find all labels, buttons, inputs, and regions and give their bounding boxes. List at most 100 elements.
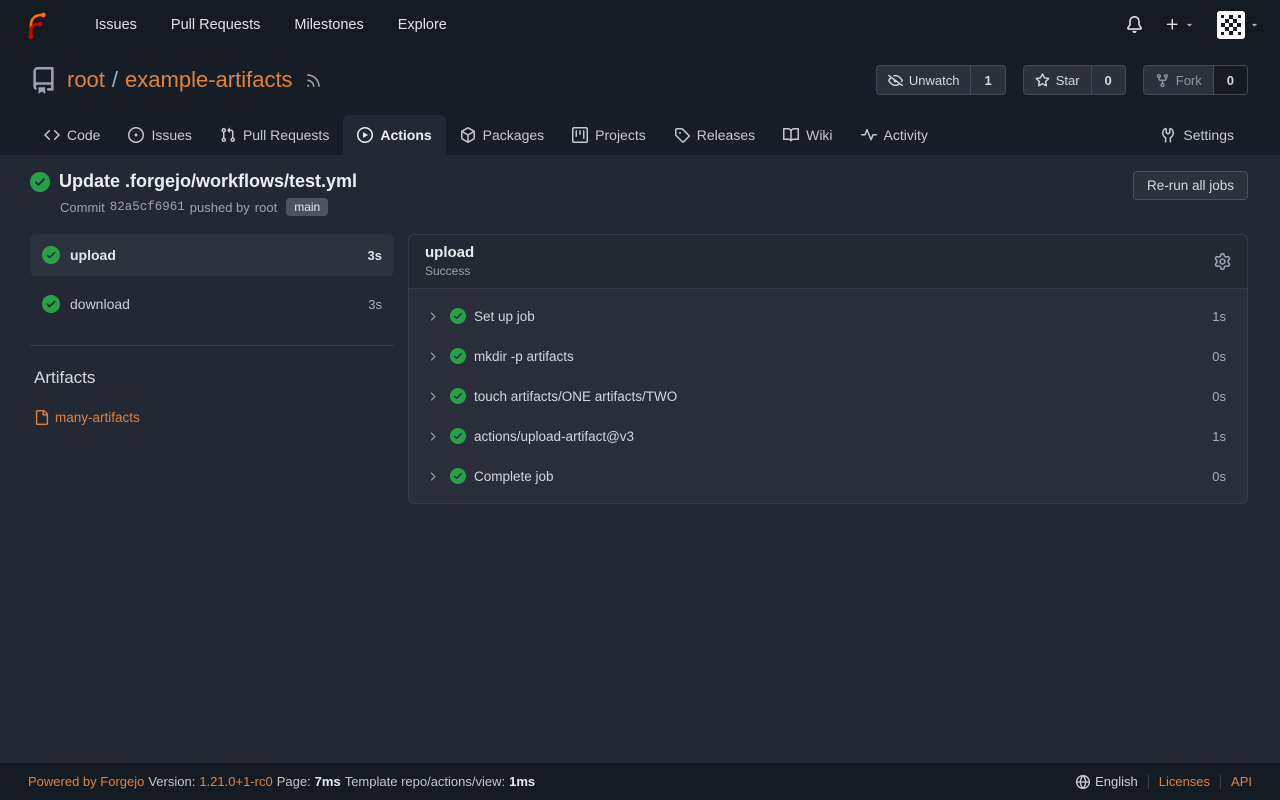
forgejo-logo-icon[interactable] xyxy=(20,9,52,41)
check-circle-icon xyxy=(450,468,466,484)
pulse-icon xyxy=(861,127,877,143)
page-time-value: 7ms xyxy=(315,774,341,789)
tag-icon xyxy=(674,127,690,143)
user-menu[interactable] xyxy=(1217,11,1260,39)
step-name: mkdir -p artifacts xyxy=(474,349,574,364)
branch-badge[interactable]: main xyxy=(286,198,328,216)
breadcrumb: root / example-artifacts xyxy=(67,67,293,93)
tab-code[interactable]: Code xyxy=(30,115,114,155)
nav-link-explore[interactable]: Explore xyxy=(381,0,464,49)
chevron-down-icon xyxy=(1184,19,1195,30)
steps-list: Set up job 1s mkdir -p artifacts 0s touc… xyxy=(409,289,1247,503)
check-circle-icon xyxy=(42,295,60,313)
version-label: Version: xyxy=(148,774,195,789)
nav-link-issues[interactable]: Issues xyxy=(78,0,154,49)
job-item-download[interactable]: download 3s xyxy=(30,283,394,325)
jobs-sidebar: upload 3s download 3s Artifacts many-art… xyxy=(30,234,394,425)
star-label: Star xyxy=(1056,73,1080,88)
job-duration: 3s xyxy=(368,248,382,263)
language-menu[interactable]: English xyxy=(1076,774,1138,789)
tab-wiki[interactable]: Wiki xyxy=(769,115,846,155)
step-duration: 1s xyxy=(1212,309,1226,324)
chevron-right-icon xyxy=(426,310,439,323)
job-duration: 3s xyxy=(368,297,382,312)
artifact-name: many-artifacts xyxy=(55,410,140,425)
template-time-label: Template repo/actions/view: xyxy=(345,774,505,789)
tab-settings[interactable]: Settings xyxy=(1146,115,1248,155)
repo-name-link[interactable]: example-artifacts xyxy=(125,67,293,93)
check-circle-icon xyxy=(30,172,50,192)
code-icon xyxy=(44,127,60,143)
breadcrumb-separator: / xyxy=(112,67,118,93)
step-row-upload-artifact[interactable]: actions/upload-artifact@v3 1s xyxy=(409,416,1247,456)
job-detail-status: Success xyxy=(425,264,474,278)
fork-icon xyxy=(1155,73,1170,88)
tab-projects[interactable]: Projects xyxy=(558,115,660,155)
check-circle-icon xyxy=(450,308,466,324)
run-title: Update .forgejo/workflows/test.yml xyxy=(59,171,357,192)
repo-action-buttons: Unwatch 1 Star 0 Fork 0 xyxy=(876,65,1248,95)
navbar-links: Issues Pull Requests Milestones Explore xyxy=(78,0,464,49)
nav-link-milestones[interactable]: Milestones xyxy=(277,0,380,49)
create-new-menu[interactable] xyxy=(1165,17,1195,32)
footer-divider xyxy=(1220,775,1221,789)
file-icon xyxy=(34,410,49,425)
job-detail-name: upload xyxy=(425,244,474,261)
repo-owner-link[interactable]: root xyxy=(67,67,105,93)
run-header: Update .forgejo/workflows/test.yml Commi… xyxy=(30,171,1248,216)
rss-icon[interactable] xyxy=(305,72,322,89)
job-name: upload xyxy=(70,247,116,263)
repo-tabs: Code Issues Pull Requests Actions Packag… xyxy=(0,111,1280,155)
step-row-touch[interactable]: touch artifacts/ONE artifacts/TWO 0s xyxy=(409,376,1247,416)
job-item-upload[interactable]: upload 3s xyxy=(30,234,394,276)
forks-count: 0 xyxy=(1213,66,1247,94)
artifacts-heading: Artifacts xyxy=(34,368,394,388)
artifact-link-many-artifacts[interactable]: many-artifacts xyxy=(34,410,394,425)
step-row-complete-job[interactable]: Complete job 0s xyxy=(409,456,1247,496)
licenses-link[interactable]: Licenses xyxy=(1159,774,1210,789)
step-row-mkdir[interactable]: mkdir -p artifacts 0s xyxy=(409,336,1247,376)
step-duration: 0s xyxy=(1212,349,1226,364)
footer: Powered by Forgejo Version: 1.21.0+1-rc0… xyxy=(0,763,1280,800)
tab-packages[interactable]: Packages xyxy=(446,115,558,155)
unwatch-label: Unwatch xyxy=(909,73,960,88)
step-row-set-up-job[interactable]: Set up job 1s xyxy=(409,296,1247,336)
template-time-value: 1ms xyxy=(509,774,535,789)
chevron-down-icon xyxy=(1249,19,1260,30)
version-link[interactable]: 1.21.0+1-rc0 xyxy=(199,774,272,789)
nav-link-pull-requests[interactable]: Pull Requests xyxy=(154,0,277,49)
watchers-count: 1 xyxy=(970,66,1004,94)
actions-run-view: Update .forgejo/workflows/test.yml Commi… xyxy=(0,155,1280,763)
tab-pull-requests[interactable]: Pull Requests xyxy=(206,115,343,155)
check-circle-icon xyxy=(450,348,466,364)
page-time-label: Page: xyxy=(277,774,311,789)
rerun-all-jobs-button[interactable]: Re-run all jobs xyxy=(1133,171,1248,200)
tab-actions[interactable]: Actions xyxy=(343,115,445,155)
powered-by-link[interactable]: Powered by Forgejo xyxy=(28,774,144,789)
job-detail-panel: upload Success Set up job 1s mkdir -p ar… xyxy=(408,234,1248,504)
package-icon xyxy=(460,127,476,143)
api-link[interactable]: API xyxy=(1231,774,1252,789)
check-circle-icon xyxy=(450,428,466,444)
top-navbar: Issues Pull Requests Milestones Explore xyxy=(0,0,1280,49)
fork-button[interactable]: Fork 0 xyxy=(1143,65,1248,95)
issue-opened-icon xyxy=(128,127,144,143)
star-button[interactable]: Star 0 xyxy=(1023,65,1126,95)
step-duration: 0s xyxy=(1212,469,1226,484)
step-name: touch artifacts/ONE artifacts/TWO xyxy=(474,389,677,404)
tab-releases[interactable]: Releases xyxy=(660,115,769,155)
pull-request-icon xyxy=(220,127,236,143)
tab-activity[interactable]: Activity xyxy=(847,115,942,155)
bell-icon[interactable] xyxy=(1126,16,1143,33)
commit-author-link[interactable]: root xyxy=(255,200,277,215)
gear-icon[interactable] xyxy=(1214,253,1231,270)
eye-closed-icon xyxy=(888,73,903,88)
repo-header-section: root / example-artifacts Unwatch 1 Star … xyxy=(0,49,1280,155)
star-icon xyxy=(1035,73,1050,88)
unwatch-button[interactable]: Unwatch 1 xyxy=(876,65,1006,95)
job-name: download xyxy=(70,296,130,312)
tab-issues[interactable]: Issues xyxy=(114,115,205,155)
job-detail-header: upload Success xyxy=(409,235,1247,289)
commit-sha-link[interactable]: 82a5cf6961 xyxy=(110,200,185,214)
footer-divider xyxy=(1148,775,1149,789)
